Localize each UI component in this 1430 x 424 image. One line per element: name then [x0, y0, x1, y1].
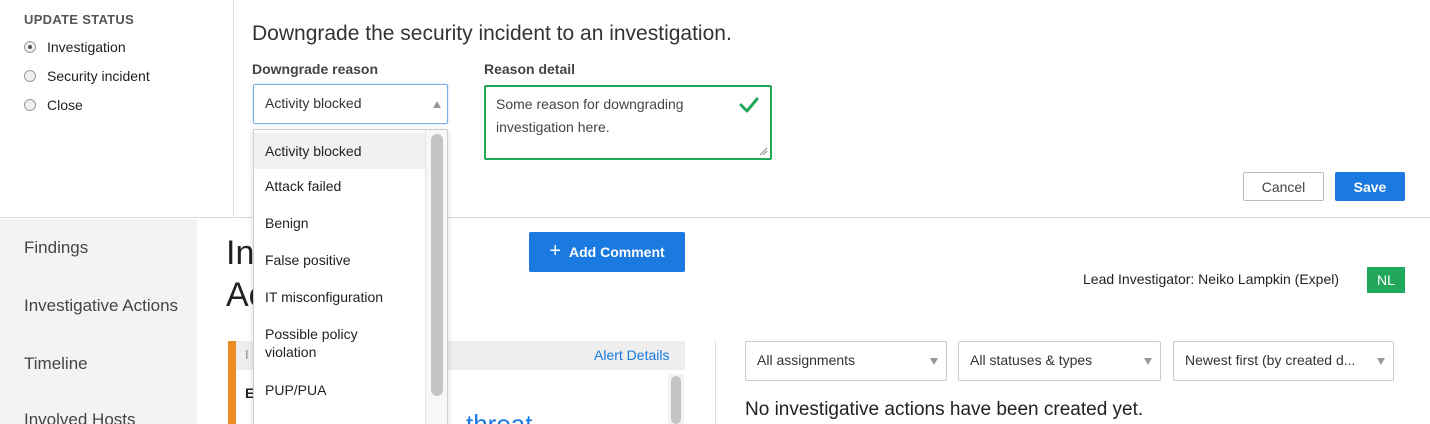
- update-status-heading: UPDATE STATUS: [24, 12, 135, 27]
- save-button[interactable]: Save: [1335, 172, 1405, 201]
- dropdown-scrollbar[interactable]: [425, 130, 447, 424]
- nav-timeline[interactable]: Timeline: [24, 354, 88, 374]
- option-pup-pua[interactable]: PUP/PUA: [254, 381, 426, 399]
- radio-label: Security incident: [47, 68, 150, 84]
- option-possible-policy-violation[interactable]: Possible policy violation: [254, 325, 426, 361]
- nav-findings[interactable]: Findings: [24, 238, 88, 258]
- radio-unchecked-icon[interactable]: [24, 99, 36, 111]
- alert-scrollbar[interactable]: [668, 374, 684, 424]
- caret-down-icon: [1377, 358, 1385, 365]
- cancel-button[interactable]: Cancel: [1243, 172, 1324, 201]
- caret-down-icon: [1144, 358, 1152, 365]
- page-title-line1: In: [226, 234, 255, 272]
- update-status-panel: UPDATE STATUS Investigation Security inc…: [0, 0, 1430, 218]
- scrollbar-thumb[interactable]: [431, 134, 443, 396]
- radio-label: Close: [47, 97, 83, 113]
- reason-detail-textarea[interactable]: Some reason for downgrading investigatio…: [484, 85, 772, 160]
- nav-investigative-actions[interactable]: Investigative Actions: [24, 296, 178, 316]
- nav-involved-hosts[interactable]: Involved Hosts: [24, 410, 136, 424]
- plus-icon: +: [549, 239, 561, 262]
- alert-header-title: I: [245, 347, 249, 362]
- option-activity-blocked[interactable]: Activity blocked: [254, 133, 426, 169]
- scrollbar-thumb[interactable]: [671, 376, 681, 424]
- assignments-filter-value: All assignments: [757, 352, 856, 368]
- sort-filter[interactable]: Newest first (by created d...: [1173, 341, 1394, 381]
- reason-detail-label: Reason detail: [484, 61, 576, 77]
- status-options: UPDATE STATUS Investigation Security inc…: [0, 0, 234, 218]
- radio-checked-icon[interactable]: [24, 41, 36, 53]
- radio-label: Investigation: [47, 39, 126, 55]
- alert-details-link[interactable]: Alert Details: [594, 347, 669, 363]
- form-headline: Downgrade the security incident to an in…: [252, 22, 732, 45]
- option-attack-failed[interactable]: Attack failed: [254, 177, 426, 195]
- avatar[interactable]: NL: [1367, 267, 1405, 293]
- check-icon: [739, 97, 759, 113]
- downgrade-reason-options: Activity blocked Attack failed Benign Fa…: [253, 129, 448, 424]
- option-false-positive[interactable]: False positive: [254, 251, 426, 269]
- downgrade-reason-value: Activity blocked: [265, 95, 362, 111]
- downgrade-reason-label: Downgrade reason: [252, 61, 379, 77]
- reason-detail-line1: Some reason for downgrading: [496, 96, 684, 112]
- caret-up-icon: [433, 101, 441, 108]
- radio-close[interactable]: Close: [24, 97, 83, 113]
- alert-threat-link[interactable]: threat: [466, 409, 533, 424]
- divider: [715, 341, 716, 424]
- option-benign[interactable]: Benign: [254, 214, 426, 232]
- radio-unchecked-icon[interactable]: [24, 70, 36, 82]
- radio-security-incident[interactable]: Security incident: [24, 68, 150, 84]
- lead-investigator: Lead Investigator: Neiko Lampkin (Expel): [1083, 271, 1340, 287]
- assignments-filter[interactable]: All assignments: [745, 341, 947, 381]
- downgrade-reason-select[interactable]: Activity blocked: [253, 84, 448, 124]
- resize-handle-icon[interactable]: [758, 146, 768, 156]
- sidebar: Findings Investigative Actions Timeline …: [0, 219, 197, 424]
- option-label-line2: violation: [265, 344, 317, 360]
- add-comment-button[interactable]: + Add Comment: [529, 232, 685, 272]
- option-label-line1: Possible policy: [265, 326, 358, 342]
- sort-filter-value: Newest first (by created d...: [1185, 352, 1356, 368]
- radio-investigation[interactable]: Investigation: [24, 39, 126, 55]
- empty-message: No investigative actions have been creat…: [745, 399, 1144, 420]
- status-type-filter[interactable]: All statuses & types: [958, 341, 1161, 381]
- add-comment-label: Add Comment: [569, 244, 665, 260]
- status-type-filter-value: All statuses & types: [970, 352, 1093, 368]
- caret-down-icon: [930, 358, 938, 365]
- reason-detail-line2: investigation here.: [496, 119, 610, 135]
- option-it-misconfiguration[interactable]: IT misconfiguration: [254, 288, 426, 306]
